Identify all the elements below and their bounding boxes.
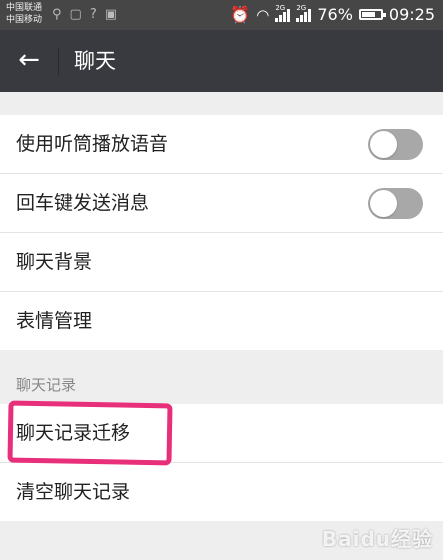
wifi-small-icon: ? bbox=[89, 7, 97, 22]
watermark: Baidu经验 bbox=[321, 527, 433, 551]
setting-row-clear-history[interactable]: 清空聊天记录 bbox=[0, 463, 443, 521]
status-icons-right: ⏰ ◠ 2G 2G 76% 09:25 bbox=[230, 4, 435, 25]
notification-icon: ▢ bbox=[69, 7, 82, 22]
setting-row-sticker-management[interactable]: 表情管理 bbox=[0, 292, 443, 350]
battery-icon bbox=[358, 9, 386, 20]
clock: 09:25 bbox=[388, 5, 435, 24]
carrier-2: 中国移动 bbox=[6, 15, 43, 25]
app-bar-divider bbox=[58, 47, 59, 75]
network-type-1: 2G bbox=[275, 3, 286, 12]
setting-row-enter-send[interactable]: 回车键发送消息 bbox=[0, 174, 443, 233]
battery-level bbox=[361, 12, 376, 17]
back-arrow-icon[interactable]: ← bbox=[14, 46, 44, 76]
wifi-icon: ◠ bbox=[256, 5, 270, 24]
setting-row-chat-background[interactable]: 聊天背景 bbox=[0, 233, 443, 292]
setting-label: 回车键发送消息 bbox=[16, 192, 150, 214]
toggle-knob bbox=[370, 131, 397, 158]
earpiece-toggle[interactable] bbox=[368, 129, 423, 160]
alarm-icon: ⏰ bbox=[230, 5, 251, 24]
network-type-2: 2G bbox=[296, 3, 307, 12]
section-title-chat-history: 聊天记录 bbox=[16, 376, 77, 394]
page-title: 聊天 bbox=[74, 49, 116, 73]
carrier-labels: 中国联通 中国移动 bbox=[6, 2, 42, 26]
battery-percent: 76% bbox=[317, 5, 353, 24]
location-icon: ⚲ bbox=[52, 7, 62, 22]
signal-icon: 2G bbox=[275, 4, 291, 22]
enter-send-toggle[interactable] bbox=[368, 188, 423, 219]
setting-row-earpiece[interactable]: 使用听筒播放语音 bbox=[0, 115, 443, 174]
status-icons-left: ⚲ ▢ ? ▣ bbox=[52, 7, 117, 23]
status-bar: 中国联通 中国移动 ⚲ ▢ ? ▣ ⏰ ◠ 2G 2G 76% 09:25 bbox=[0, 0, 443, 30]
toggle-knob bbox=[370, 190, 397, 217]
setting-label: 清空聊天记录 bbox=[16, 481, 131, 503]
image-icon: ▣ bbox=[104, 7, 118, 22]
carrier-1: 中国联通 bbox=[6, 3, 43, 13]
signal-icon: 2G bbox=[296, 4, 312, 22]
app-bar: ← 聊天 bbox=[0, 30, 443, 92]
highlight-annotation bbox=[7, 400, 173, 466]
setting-label: 表情管理 bbox=[16, 310, 93, 332]
settings-group-general: 使用听筒播放语音 回车键发送消息 聊天背景 表情管理 bbox=[0, 115, 443, 350]
setting-label: 聊天背景 bbox=[16, 251, 93, 273]
setting-label: 使用听筒播放语音 bbox=[16, 133, 169, 155]
